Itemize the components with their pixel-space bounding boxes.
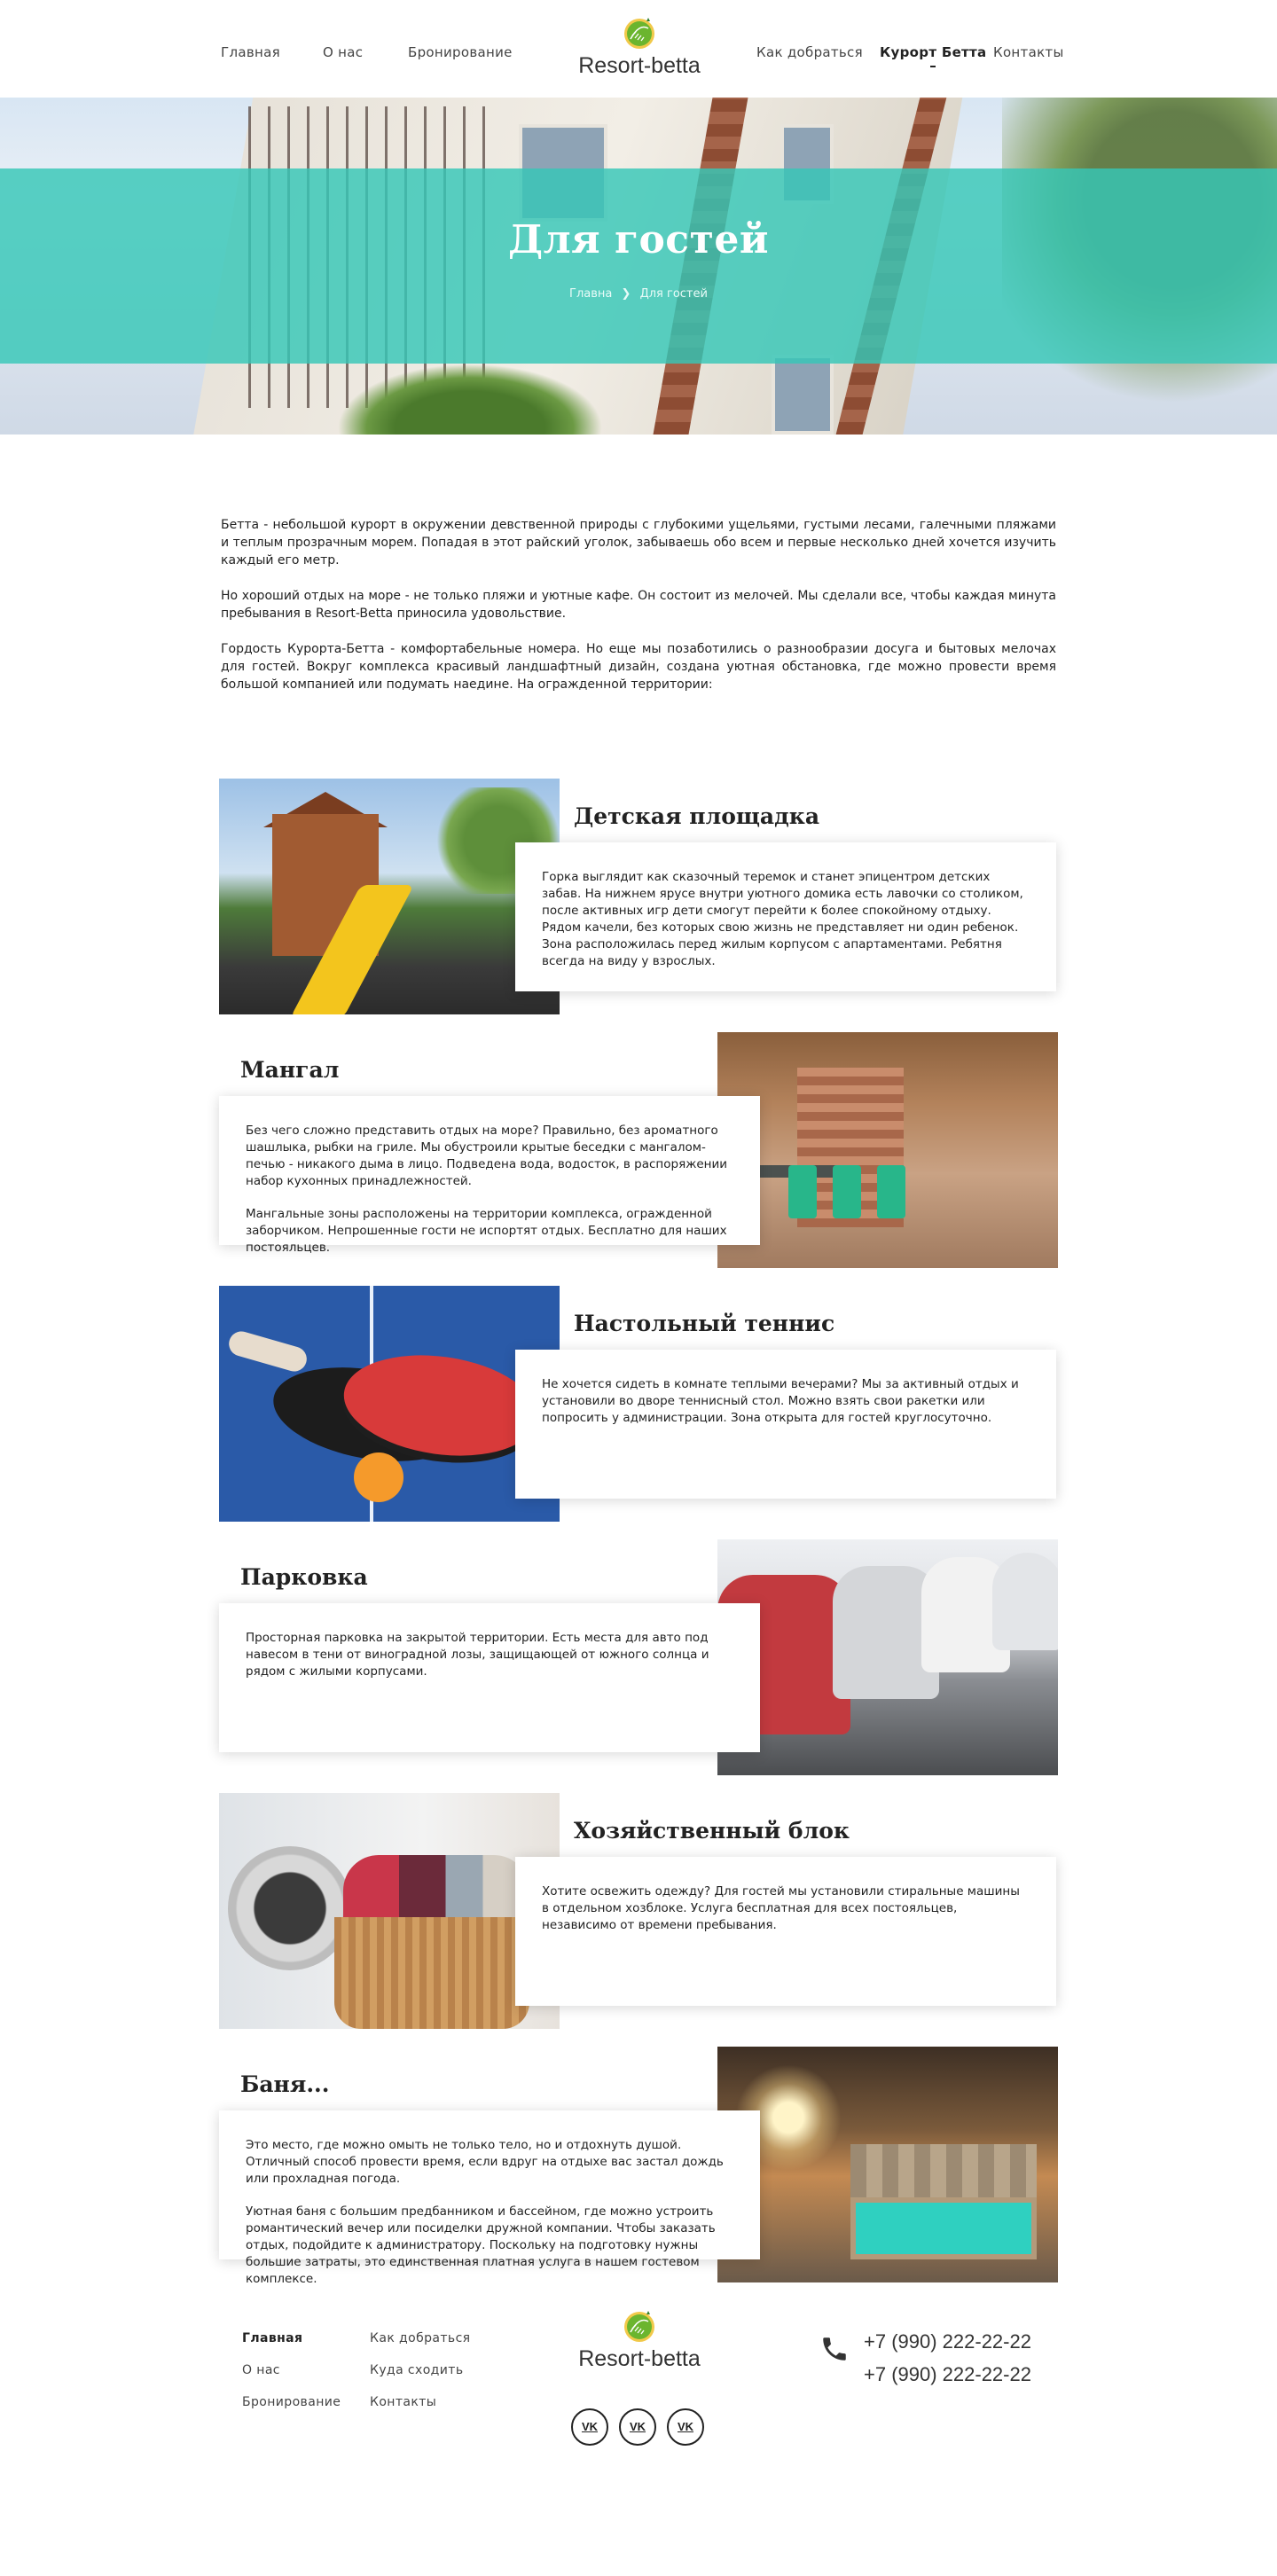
palm-leaf-icon <box>620 2309 659 2345</box>
amenity-description: Не хочется сидеть в комнате теплыми вече… <box>515 1350 1056 1499</box>
footer-link-booking[interactable]: Бронирование <box>242 2395 341 2409</box>
amenities-list: Детская площадка Горка выглядит как сказ… <box>0 711 1277 2286</box>
intro-paragraph: Гордость Курорта-Бетта - комфортабельные… <box>221 642 1056 692</box>
amenity-title: Настольный теннис <box>574 1311 835 1336</box>
page-title: Для гостей <box>508 217 769 262</box>
footer-logo[interactable]: Resort-betta <box>572 2309 707 2372</box>
footer-link-directions[interactable]: Как добраться <box>370 2331 471 2345</box>
parking-photo <box>717 1539 1058 1775</box>
footer-link-about[interactable]: О нас <box>242 2363 280 2377</box>
logo-text: Resort-betta <box>578 53 701 78</box>
amenity-card-parking: Парковка Просторная парковка на закрытой… <box>219 1539 1058 1775</box>
grill-photo <box>717 1032 1058 1268</box>
logo[interactable]: Resort-betta <box>572 16 707 80</box>
nav-home[interactable]: Главная <box>221 44 280 60</box>
amenity-card-grill: Мангал Без чего сложно представить отдых… <box>219 1032 1058 1268</box>
amenity-title: Детская площадка <box>574 803 820 829</box>
palm-leaf-icon <box>620 16 659 51</box>
footer-link-home[interactable]: Главная <box>242 2331 302 2345</box>
logo-text: Resort-betta <box>578 2346 701 2371</box>
amenity-description: Просторная парковка на закрытой территор… <box>219 1603 760 1752</box>
footer-link-places[interactable]: Куда сходить <box>370 2363 463 2377</box>
breadcrumb-home[interactable]: Главна <box>569 287 612 301</box>
tennis-photo <box>219 1286 560 1522</box>
breadcrumb: Главна ❯ Для гостей <box>0 287 1277 301</box>
vk-icon[interactable]: VK <box>571 2408 608 2446</box>
intro-paragraph: Бетта - небольшой курорт в окружении дев… <box>221 518 1056 568</box>
phone-number[interactable]: +7 (990) 222-22-22 <box>864 2330 1031 2353</box>
amenity-title: Парковка <box>240 1564 368 1590</box>
amenity-title: Мангал <box>240 1057 340 1083</box>
amenity-title: Хозяйственный блок <box>574 1818 850 1844</box>
footer-link-contacts[interactable]: Контакты <box>370 2395 436 2409</box>
intro-paragraph: Но хороший отдых на море - не только пля… <box>221 589 1056 621</box>
laundry-photo <box>219 1793 560 2029</box>
phone-number[interactable]: +7 (990) 222-22-22 <box>864 2363 1031 2386</box>
amenity-card-tennis: Настольный теннис Не хочется сидеть в ко… <box>219 1286 1058 1522</box>
nav-booking[interactable]: Бронирование <box>408 44 513 60</box>
site-header: Главная О нас Бронирование Как добраться… <box>0 0 1277 98</box>
phone-icon <box>819 2334 850 2364</box>
nav-about[interactable]: О нас <box>323 44 363 60</box>
amenity-card-playground: Детская площадка Горка выглядит как сказ… <box>219 779 1058 1014</box>
playground-photo <box>219 779 560 1014</box>
site-footer: Главная О нас Бронирование Как добраться… <box>0 2263 1277 2476</box>
hero-banner: Для гостей Главна ❯ Для гостей <box>0 98 1277 435</box>
intro-text: Бетта - небольшой курорт в окружении дев… <box>221 435 1056 693</box>
vk-icon[interactable]: VK <box>667 2408 704 2446</box>
hero-overlay: Для гостей Главна ❯ Для гостей <box>0 168 1277 364</box>
vk-icon[interactable]: VK <box>619 2408 656 2446</box>
sauna-photo <box>717 2047 1058 2282</box>
amenity-description: Горка выглядит как сказочный теремок и с… <box>515 842 1056 991</box>
amenity-title: Баня... <box>240 2071 330 2097</box>
amenity-description: Хотите освежить одежду? Для гостей мы ус… <box>515 1857 1056 2006</box>
amenity-description: Это место, где можно омыть не только тел… <box>219 2110 760 2286</box>
breadcrumb-current: Для гостей <box>639 287 708 301</box>
amenity-card-utility: Хозяйственный блок Хотите освежить одежд… <box>219 1793 1058 2029</box>
nav-resort-betta[interactable]: Курорт Бетта <box>880 44 986 60</box>
chevron-right-icon: ❯ <box>621 287 631 301</box>
amenity-card-sauna: Баня... Это место, где можно омыть не то… <box>219 2047 1058 2286</box>
nav-contacts[interactable]: Контакты <box>993 44 1064 60</box>
nav-directions[interactable]: Как добраться <box>756 44 863 60</box>
amenity-description: Без чего сложно представить отдых на мор… <box>219 1096 760 1255</box>
